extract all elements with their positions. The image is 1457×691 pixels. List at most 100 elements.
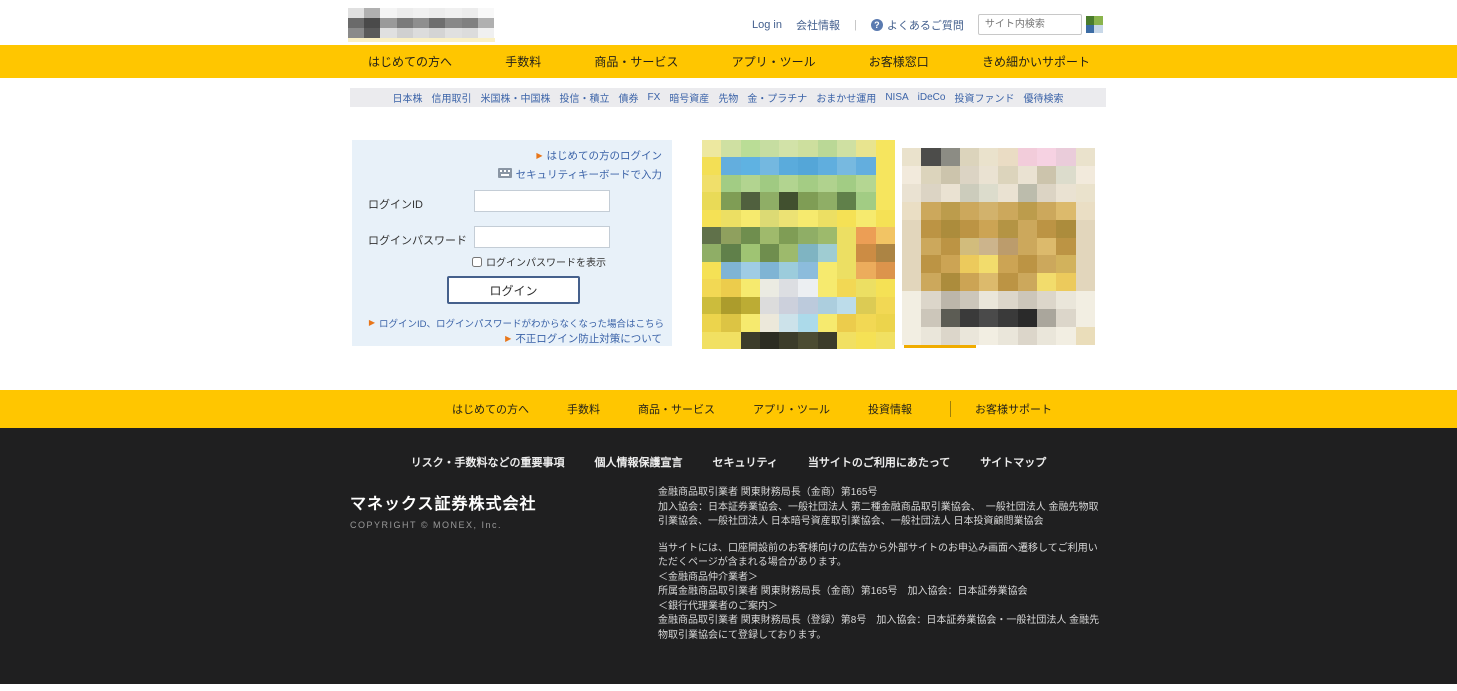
product-nav-item[interactable]: 投信・積立 <box>560 90 610 105</box>
mosaic-cell <box>856 140 875 157</box>
mosaic-cell <box>702 244 721 261</box>
mosaic-cell <box>1056 202 1075 220</box>
mosaic-cell <box>380 8 396 18</box>
password-input[interactable] <box>474 226 610 248</box>
bottom-nav-item[interactable]: 手数料 <box>567 401 600 417</box>
footer-link[interactable]: 当サイトのご利用にあたって <box>808 454 950 470</box>
copyright-text: COPYRIGHT © MONEX, Inc. <box>350 520 502 530</box>
mosaic-cell <box>876 297 895 314</box>
mosaic-cell <box>462 18 478 28</box>
mosaic-cell <box>837 332 856 349</box>
campaign-banner-right[interactable] <box>902 148 1095 345</box>
spacer <box>658 530 1106 542</box>
main-nav-item[interactable]: 手数料 <box>495 53 551 70</box>
mosaic-cell <box>702 227 721 244</box>
footer-link[interactable]: 個人情報保護宣言 <box>594 454 682 470</box>
mosaic-cell <box>837 262 856 279</box>
mosaic-cell <box>741 192 760 209</box>
forgot-credentials-link-label: ログインID、ログインパスワードがわからなくなった場合はこちら <box>379 316 664 330</box>
product-nav-item[interactable]: 優待検索 <box>1023 90 1063 105</box>
mosaic-cell <box>856 227 875 244</box>
monex-logo[interactable] <box>348 8 494 38</box>
mosaic-cell <box>702 192 721 209</box>
mosaic-cell <box>876 332 895 349</box>
mosaic-cell <box>721 279 740 296</box>
search-input[interactable] <box>978 14 1082 35</box>
bottom-nav-item[interactable]: 商品・サービス <box>638 401 715 417</box>
arrow-right-icon: ▶ <box>369 319 375 327</box>
mosaic-cell <box>721 157 740 174</box>
main-nav-items: はじめての方へ 手数料 商品・サービス アプリ・ツール お客様窓口 きめ細かいサポート <box>358 45 1100 78</box>
mosaic-cell <box>1037 273 1056 291</box>
bottom-nav-item[interactable]: お客様サポート <box>950 401 1052 417</box>
mosaic-cell <box>462 28 478 38</box>
product-nav-item[interactable]: 投資ファンド <box>954 90 1014 105</box>
mosaic-cell <box>902 184 921 202</box>
product-nav-item[interactable]: iDeCo <box>918 92 946 103</box>
mosaic-cell <box>760 157 779 174</box>
main-nav-item[interactable]: お客様窓口 <box>859 53 939 70</box>
mosaic-cell <box>979 166 998 184</box>
logo-underline <box>348 38 495 42</box>
main-nav-item[interactable]: アプリ・ツール <box>722 53 826 70</box>
mosaic-cell <box>941 238 960 256</box>
footer-link[interactable]: セキュリティ <box>712 454 777 470</box>
company-info-link[interactable]: 会社情報 <box>796 17 840 33</box>
product-nav-item[interactable]: 信用取引 <box>432 90 472 105</box>
mosaic-cell <box>1056 273 1075 291</box>
mosaic-cell <box>998 184 1017 202</box>
forgot-credentials-link[interactable]: ▶ ログインID、ログインパスワードがわからなくなった場合はこちら <box>369 316 664 330</box>
product-nav-item[interactable]: 日本株 <box>393 90 423 105</box>
show-password-checkbox[interactable] <box>472 257 482 267</box>
mosaic-cell <box>1018 309 1037 327</box>
product-nav-item[interactable]: NISA <box>885 92 908 103</box>
first-login-link[interactable]: ▶ はじめての方のログイン <box>536 148 662 163</box>
faq-link[interactable]: ? よくあるご質問 <box>871 17 964 33</box>
login-security-link[interactable]: ▶ 不正ログイン防止対策について <box>505 331 662 346</box>
mosaic-cell <box>856 157 875 174</box>
product-nav-item[interactable]: 先物 <box>718 90 738 105</box>
product-nav-item[interactable]: 金・プラチナ <box>747 90 807 105</box>
mosaic-cell <box>721 140 740 157</box>
product-nav-item[interactable]: 米国株・中国株 <box>481 90 551 105</box>
search-button[interactable] <box>1086 16 1103 33</box>
product-nav-item[interactable]: FX <box>648 92 661 103</box>
mosaic-cell <box>779 175 798 192</box>
mosaic-cell <box>741 314 760 331</box>
login-button[interactable]: ログイン <box>447 276 580 304</box>
footer-links: リスク・手数料などの重要事項 個人情報保護宣言 セキュリティ 当サイトのご利用にあたっ… <box>0 454 1457 470</box>
login-id-input[interactable] <box>474 190 610 212</box>
product-nav-item[interactable]: 債券 <box>619 90 639 105</box>
mosaic-cell <box>837 314 856 331</box>
mosaic-cell <box>1037 309 1056 327</box>
product-nav-item[interactable]: 暗号資産 <box>669 90 709 105</box>
mosaic-cell <box>818 210 837 227</box>
bottom-nav-item[interactable]: 投資情報 <box>868 401 912 417</box>
main-nav-item[interactable]: 商品・サービス <box>584 53 688 70</box>
mosaic-cell <box>837 279 856 296</box>
footer-link[interactable]: リスク・手数料などの重要事項 <box>411 454 565 470</box>
mosaic-cell <box>1018 220 1037 238</box>
mosaic-cell <box>364 18 380 28</box>
mosaic-cell <box>902 273 921 291</box>
login-link[interactable]: Log in <box>752 19 782 31</box>
campaign-banner-left[interactable] <box>702 140 895 349</box>
main-nav-item[interactable]: きめ細かいサポート <box>972 53 1100 70</box>
product-nav-item[interactable]: おまかせ運用 <box>816 90 876 105</box>
mosaic-cell <box>760 140 779 157</box>
mosaic-cell <box>998 327 1017 345</box>
mosaic-cell <box>818 279 837 296</box>
bottom-nav-item[interactable]: アプリ・ツール <box>753 401 830 417</box>
mosaic-cell <box>941 291 960 309</box>
mosaic-cell <box>921 291 940 309</box>
bottom-nav-item[interactable]: はじめての方へ <box>452 401 529 417</box>
mosaic-cell <box>397 18 413 28</box>
mosaic-cell <box>721 297 740 314</box>
mosaic-cell <box>960 148 979 166</box>
main-nav-item[interactable]: はじめての方へ <box>358 53 462 70</box>
security-keyboard-link[interactable]: セキュリティキーボードで入力 <box>498 165 662 183</box>
mosaic-cell <box>998 202 1017 220</box>
mosaic-cell <box>741 332 760 349</box>
mosaic-cell <box>902 327 921 345</box>
footer-link[interactable]: サイトマップ <box>980 454 1046 470</box>
